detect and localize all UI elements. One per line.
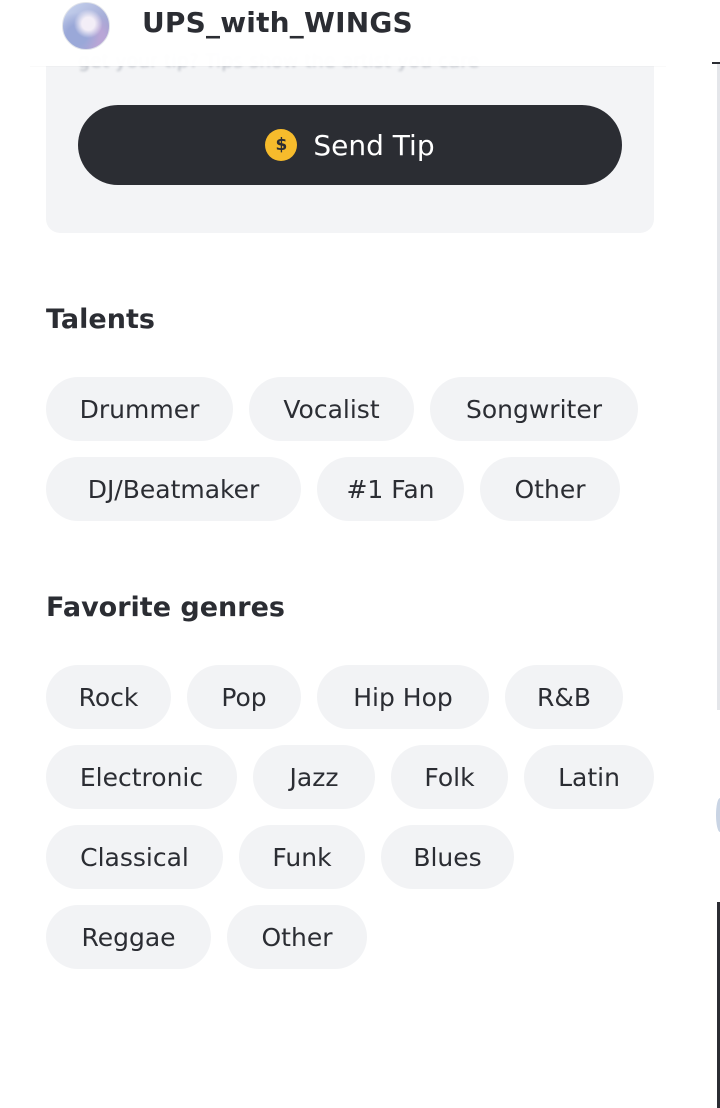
genre-chip-electronic[interactable]: Electronic [46, 745, 237, 809]
adjacent-panel-divider [712, 62, 720, 64]
send-tip-button[interactable]: $ Send Tip [78, 105, 622, 185]
genre-chip-latin[interactable]: Latin [524, 745, 654, 809]
genre-chip-folk[interactable]: Folk [391, 745, 508, 809]
genre-chip-hip-hop[interactable]: Hip Hop [317, 665, 489, 729]
genre-chip-reggae[interactable]: Reggae [46, 905, 211, 969]
talent-chip-drummer[interactable]: Drummer [46, 377, 233, 441]
profile-header: UPS_with_WINGS [30, 0, 666, 66]
genre-chip-blues[interactable]: Blues [381, 825, 514, 889]
genres-title: Favorite genres [46, 592, 285, 623]
talent-chip-number-one-fan[interactable]: #1 Fan [317, 457, 464, 521]
username[interactable]: UPS_with_WINGS [142, 6, 413, 39]
genre-chip-jazz[interactable]: Jazz [253, 745, 375, 809]
talent-chip-dj-beatmaker[interactable]: DJ/Beatmaker [46, 457, 301, 521]
profile-page: get your tip? Tips show the artist you c… [0, 0, 720, 1108]
avatar[interactable] [62, 2, 110, 50]
talent-chip-vocalist[interactable]: Vocalist [249, 377, 414, 441]
talent-chip-other[interactable]: Other [480, 457, 620, 521]
send-tip-label: Send Tip [313, 128, 435, 162]
coin-icon: $ [265, 129, 298, 161]
genre-chip-other[interactable]: Other [227, 905, 367, 969]
talents-title: Talents [46, 304, 155, 335]
adjacent-avatar [716, 798, 720, 832]
genre-chip-pop[interactable]: Pop [187, 665, 301, 729]
genre-chip-rnb[interactable]: R&B [505, 665, 623, 729]
genre-chip-funk[interactable]: Funk [239, 825, 365, 889]
talent-chip-songwriter[interactable]: Songwriter [430, 377, 638, 441]
genre-chip-classical[interactable]: Classical [46, 825, 223, 889]
genre-chip-rock[interactable]: Rock [46, 665, 171, 729]
